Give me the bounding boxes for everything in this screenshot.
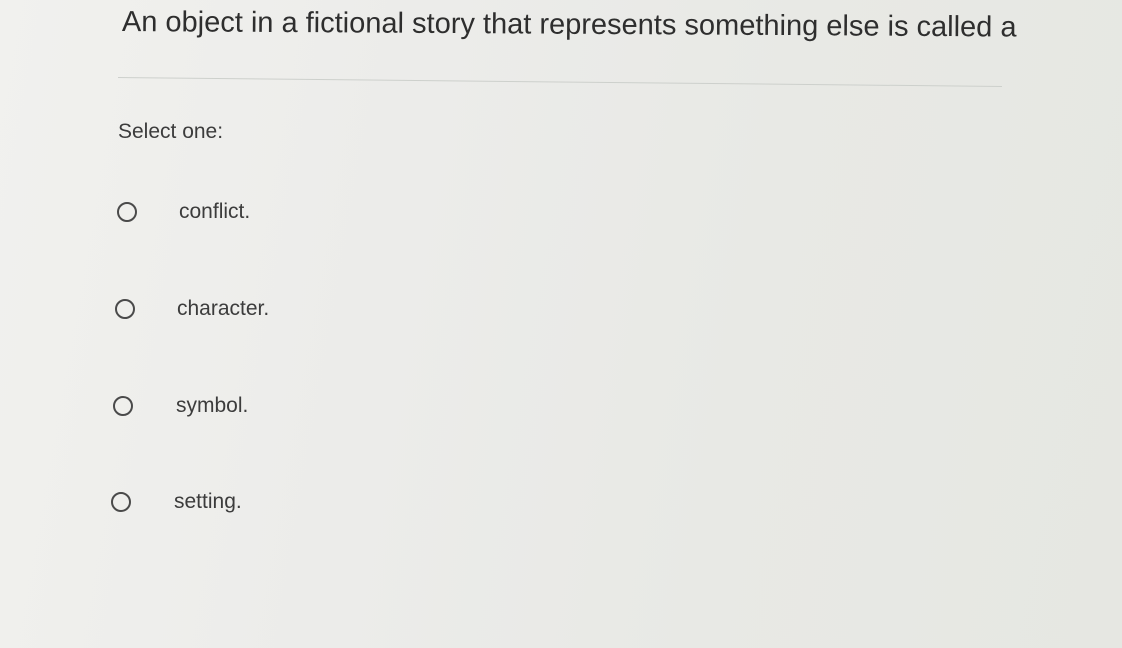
radio-button[interactable] (115, 299, 135, 319)
radio-button[interactable] (113, 396, 133, 416)
answer-option-symbol[interactable]: symbol. (113, 394, 248, 418)
answer-option-label[interactable]: conflict. (179, 200, 250, 224)
select-one-prompt: Select one: (118, 120, 224, 143)
answer-option-label[interactable]: character. (177, 297, 269, 321)
answer-option-setting[interactable]: setting. (111, 490, 242, 514)
question-text: An object in a fictional story that repr… (121, 6, 1017, 44)
answer-option-label[interactable]: setting. (174, 490, 242, 514)
answer-option-conflict[interactable]: conflict. (117, 200, 250, 224)
radio-button[interactable] (111, 492, 131, 512)
answer-option-label[interactable]: symbol. (176, 394, 248, 418)
answer-option-character[interactable]: character. (115, 297, 269, 321)
quiz-question-page: An object in a fictional story that repr… (0, 0, 1122, 648)
question-divider (117, 77, 1002, 87)
radio-button[interactable] (117, 202, 137, 222)
